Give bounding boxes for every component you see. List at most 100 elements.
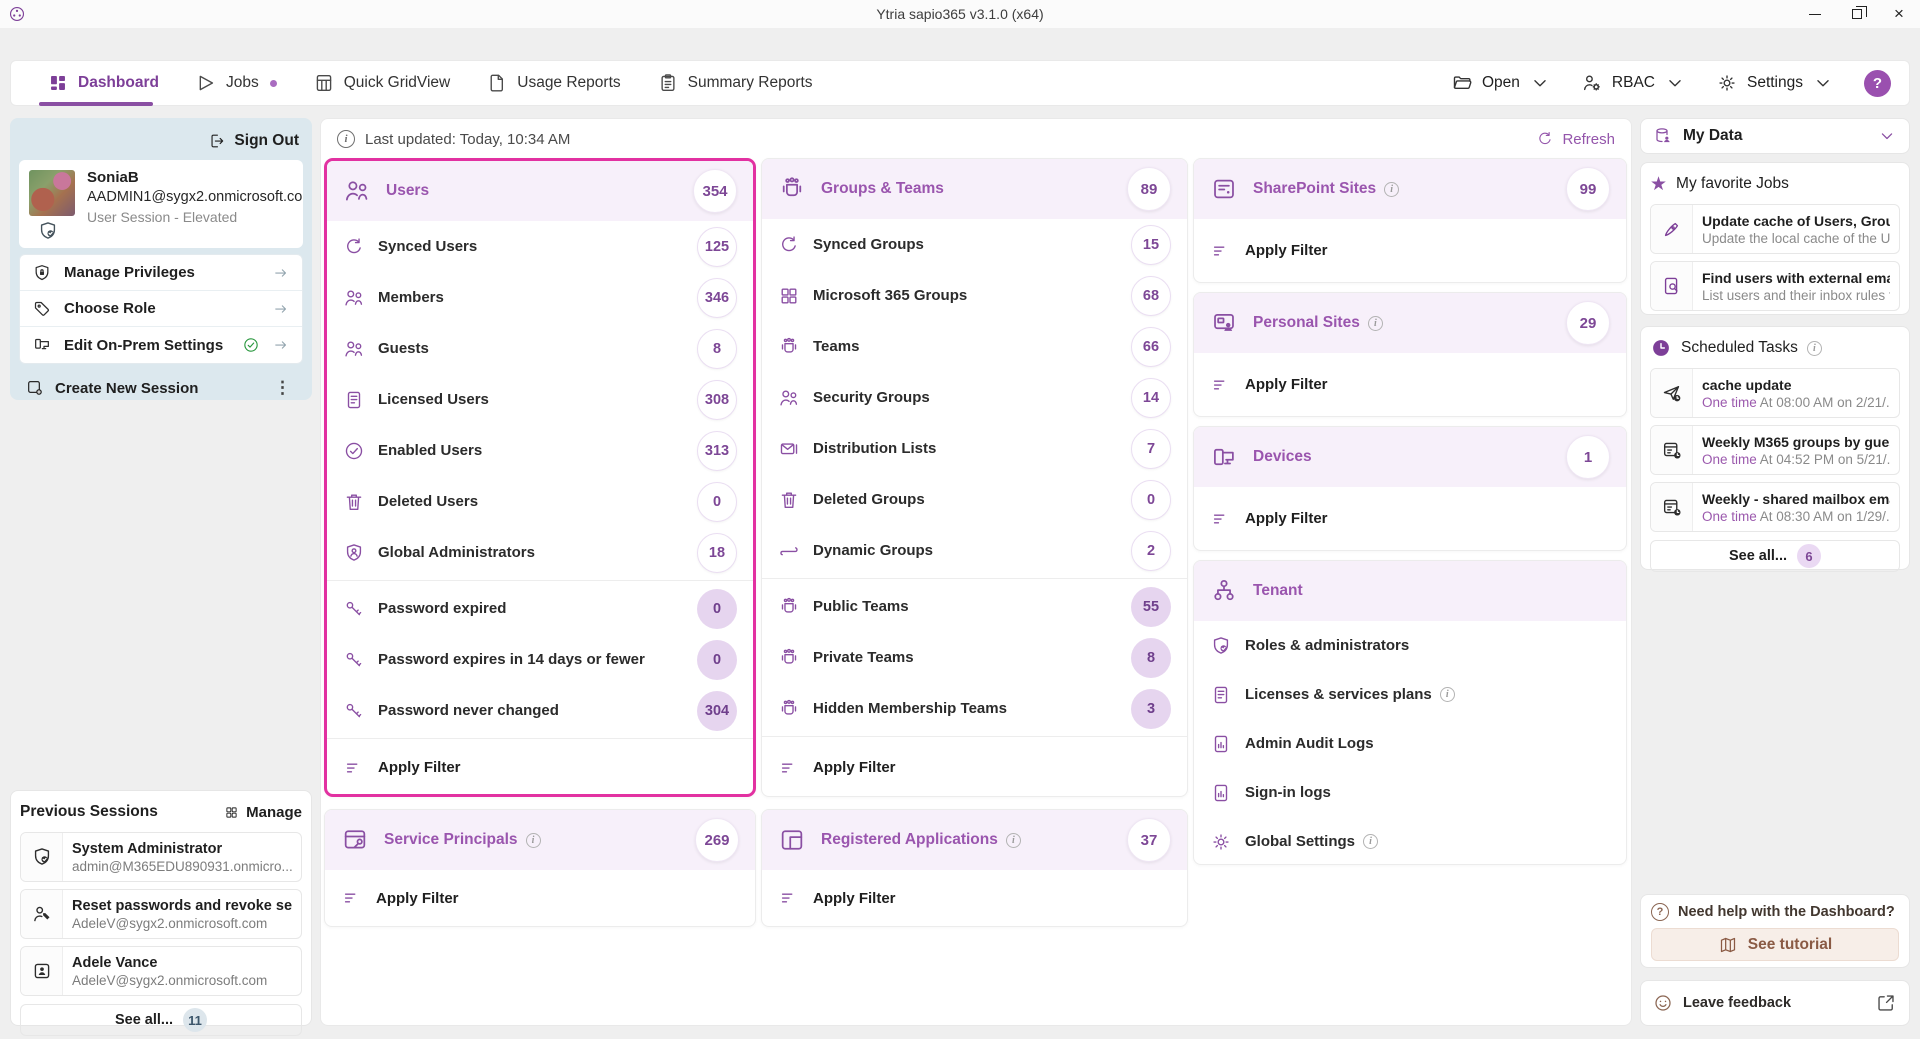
tab-label: Dashboard bbox=[78, 74, 159, 92]
edit-onprem-settings-button[interactable]: Edit On-Prem Settings bbox=[20, 327, 302, 363]
stat-row-password-expires-14[interactable]: Password expires in 14 days or fewer 0 bbox=[327, 634, 753, 685]
info-icon: i bbox=[1006, 833, 1021, 848]
tab-quick-gridview[interactable]: Quick GridView bbox=[295, 61, 469, 105]
sharepoint-sites-header[interactable]: SharePoint Sitesi 99 bbox=[1194, 159, 1626, 219]
info-icon: i bbox=[1384, 182, 1399, 197]
service-principals-apply-filter-button[interactable]: Apply Filter bbox=[325, 870, 755, 926]
stat-row-password-expired[interactable]: Password expired 0 bbox=[327, 583, 753, 634]
stat-badge: 313 bbox=[697, 431, 737, 471]
stat-row-m365-groups[interactable]: Microsoft 365 Groups 68 bbox=[762, 270, 1187, 321]
personal-sites-count-badge: 29 bbox=[1566, 301, 1610, 345]
stat-row-synced-groups[interactable]: Synced Groups 15 bbox=[762, 219, 1187, 270]
stat-row-security-groups[interactable]: Security Groups 14 bbox=[762, 372, 1187, 423]
scheduled-task-item[interactable]: cache update One time At 08:00 AM on 2/2… bbox=[1650, 368, 1900, 418]
my-data-header[interactable]: My Data bbox=[1640, 118, 1910, 154]
stat-row-members[interactable]: Members 346 bbox=[327, 272, 753, 323]
stat-row-distribution-lists[interactable]: Distribution Lists 7 bbox=[762, 423, 1187, 474]
sign-out-button[interactable]: Sign Out bbox=[19, 126, 303, 156]
apply-filter-label: Apply Filter bbox=[1245, 242, 1328, 259]
stat-row-deleted-users[interactable]: Deleted Users 0 bbox=[327, 476, 753, 527]
tab-usage-reports[interactable]: Usage Reports bbox=[468, 61, 638, 105]
tab-summary-reports[interactable]: Summary Reports bbox=[639, 61, 831, 105]
service-principals-header[interactable]: Service Principalsi 269 bbox=[325, 810, 755, 870]
sync-icon bbox=[343, 236, 365, 258]
stat-row-hidden-membership-teams[interactable]: Hidden Membership Teams 3 bbox=[762, 683, 1187, 734]
favorite-job-item[interactable]: Update cache of Users, Groups... Update … bbox=[1650, 204, 1900, 254]
manage-privileges-button[interactable]: Manage Privileges bbox=[20, 255, 302, 291]
personal-sites-header[interactable]: Personal Sitesi 29 bbox=[1194, 293, 1626, 353]
task-when: At 08:30 AM on 1/29/... bbox=[1757, 509, 1890, 524]
tab-dashboard[interactable]: Dashboard bbox=[29, 61, 177, 105]
stat-row-licensed-users[interactable]: Licensed Users 308 bbox=[327, 374, 753, 425]
registered-applications-header[interactable]: Registered Applicationsi 37 bbox=[762, 810, 1187, 870]
admin-audit-logs-link[interactable]: Admin Audit Logs bbox=[1194, 719, 1626, 768]
groups-teams-header[interactable]: Groups & Teams 89 bbox=[762, 159, 1187, 219]
devices-apply-filter-button[interactable]: Apply Filter bbox=[1194, 487, 1626, 550]
info-icon: i bbox=[1363, 834, 1378, 849]
see-tutorial-button[interactable]: See tutorial bbox=[1651, 928, 1899, 961]
leave-feedback-label: Leave feedback bbox=[1683, 995, 1865, 1011]
users-apply-filter-button[interactable]: Apply Filter bbox=[327, 741, 753, 794]
stat-row-deleted-groups[interactable]: Deleted Groups 0 bbox=[762, 474, 1187, 525]
teams-icon bbox=[778, 175, 806, 203]
chevron-down-icon[interactable] bbox=[1877, 126, 1897, 146]
global-settings-link[interactable]: Global Settingsi bbox=[1194, 817, 1626, 865]
personal-sites-apply-filter-button[interactable]: Apply Filter bbox=[1194, 353, 1626, 416]
choose-role-button[interactable]: Choose Role bbox=[20, 291, 302, 327]
stat-row-teams[interactable]: Teams 66 bbox=[762, 321, 1187, 372]
service-principals-count-badge: 269 bbox=[695, 818, 739, 862]
favorite-job-item[interactable]: Find users with external email ... List … bbox=[1650, 261, 1900, 311]
help-button[interactable]: ? bbox=[1864, 70, 1891, 97]
refresh-button[interactable]: Refresh bbox=[1536, 130, 1615, 148]
settings-label: Settings bbox=[1747, 74, 1803, 92]
session-item[interactable]: Reset passwords and revoke sessi... Adel… bbox=[20, 889, 302, 939]
session-type: User Session - Elevated bbox=[87, 209, 293, 225]
sign-in-logs-link[interactable]: Sign-in logs bbox=[1194, 768, 1626, 817]
pen-icon bbox=[1661, 218, 1683, 240]
stat-row-synced-users[interactable]: Synced Users 125 bbox=[327, 221, 753, 272]
stat-row-enabled-users[interactable]: Enabled Users 313 bbox=[327, 425, 753, 476]
create-new-session-button[interactable]: Create New Session ⋮ bbox=[19, 372, 303, 404]
registered-apps-apply-filter-button[interactable]: Apply Filter bbox=[762, 870, 1187, 926]
roles-administrators-link[interactable]: Roles & administrators bbox=[1194, 621, 1626, 670]
manage-sessions-button[interactable]: Manage bbox=[224, 804, 302, 821]
scheduled-tasks-panel: Scheduled Tasks i cache update One time … bbox=[1640, 326, 1910, 570]
arrow-right-icon bbox=[272, 264, 290, 282]
users-count-badge: 354 bbox=[693, 169, 737, 213]
sharepoint-apply-filter-button[interactable]: Apply Filter bbox=[1194, 219, 1626, 282]
stat-row-private-teams[interactable]: Private Teams 8 bbox=[762, 632, 1187, 683]
rbac-menu[interactable]: RBAC bbox=[1581, 72, 1686, 94]
licenses-service-plans-link[interactable]: Licenses & services plansi bbox=[1194, 670, 1626, 719]
stat-row-dynamic-groups[interactable]: Dynamic Groups 2 bbox=[762, 525, 1187, 576]
see-all-label: See all... bbox=[115, 1012, 173, 1028]
stat-label: Deleted Groups bbox=[813, 491, 1118, 508]
stat-row-public-teams[interactable]: Public Teams 55 bbox=[762, 581, 1187, 632]
see-all-tasks-button[interactable]: See all... 6 bbox=[1650, 540, 1900, 572]
open-menu[interactable]: Open bbox=[1451, 72, 1551, 94]
stat-row-guests[interactable]: Guests 8 bbox=[327, 323, 753, 374]
stat-badge: 0 bbox=[697, 589, 737, 629]
groups-apply-filter-button[interactable]: Apply Filter bbox=[762, 739, 1187, 796]
popout-icon[interactable] bbox=[1875, 992, 1897, 1014]
card-title: Users bbox=[386, 182, 429, 200]
session-panel: Sign Out SoniaB AADMIN1@sygx2.onmicrosof… bbox=[10, 118, 312, 400]
stat-row-global-administrators[interactable]: Global Administrators 18 bbox=[327, 527, 753, 578]
gear-icon bbox=[1210, 831, 1232, 853]
more-options-icon[interactable]: ⋮ bbox=[268, 378, 297, 398]
users-card-header[interactable]: Users 354 bbox=[327, 161, 753, 221]
help-question: Need help with the Dashboard? bbox=[1678, 904, 1895, 920]
see-all-sessions-button[interactable]: See all... 11 bbox=[20, 1004, 302, 1036]
leave-feedback-button[interactable]: Leave feedback bbox=[1640, 980, 1910, 1026]
session-item[interactable]: System Administrator admin@M365EDU890931… bbox=[20, 832, 302, 882]
scheduled-task-item[interactable]: Weekly - shared mailbox email... One tim… bbox=[1650, 482, 1900, 532]
devices-header[interactable]: Devices 1 bbox=[1194, 427, 1626, 487]
stat-label: Synced Users bbox=[378, 238, 684, 255]
tab-jobs[interactable]: Jobs bbox=[177, 61, 295, 105]
scheduled-task-item[interactable]: Weekly M365 groups by guest... One time … bbox=[1650, 425, 1900, 475]
stat-row-password-never-changed[interactable]: Password never changed 304 bbox=[327, 685, 753, 736]
tenant-header[interactable]: Tenant bbox=[1194, 561, 1626, 621]
session-item[interactable]: Adele Vance AdeleV@sygx2.onmicrosoft.com bbox=[20, 946, 302, 996]
stat-badge: 3 bbox=[1131, 689, 1171, 729]
see-all-count-badge: 11 bbox=[183, 1008, 207, 1032]
settings-menu[interactable]: Settings bbox=[1716, 72, 1834, 94]
